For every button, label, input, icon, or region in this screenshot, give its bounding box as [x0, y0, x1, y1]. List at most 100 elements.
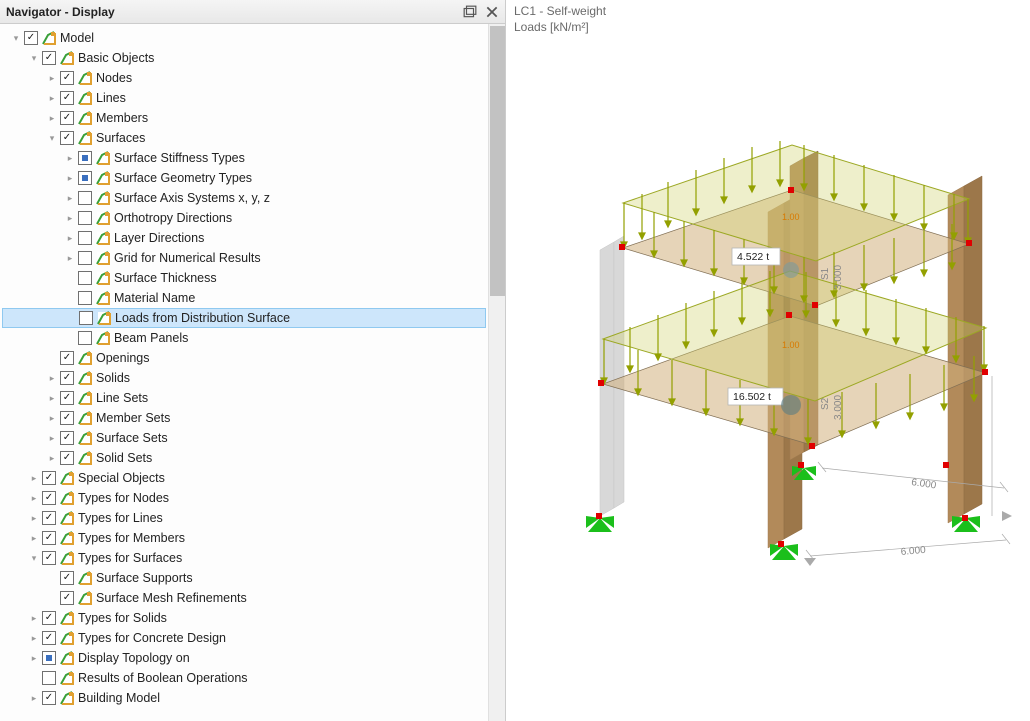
chevron-right-icon[interactable]: ▸ [62, 173, 78, 184]
chevron-right-icon[interactable]: ▸ [44, 413, 60, 424]
chevron-right-icon[interactable]: ▸ [26, 653, 42, 664]
tree-item-special-objects[interactable]: ▸Special Objects [2, 468, 486, 488]
tree-item-surface-geometry-types[interactable]: ▸Surface Geometry Types [2, 168, 486, 188]
tree-item-surface-supports[interactable]: ▸Surface Supports [2, 568, 486, 588]
tree-item-members[interactable]: ▸Members [2, 108, 486, 128]
chevron-down-icon[interactable]: ▾ [26, 553, 42, 564]
tree-item-layer-dir[interactable]: ▸Layer Directions [2, 228, 486, 248]
checkbox[interactable] [78, 231, 92, 245]
checkbox[interactable] [42, 531, 56, 545]
tree-item-solids[interactable]: ▸Solids [2, 368, 486, 388]
checkbox[interactable] [60, 351, 74, 365]
chevron-right-icon[interactable]: ▸ [26, 633, 42, 644]
tree-item-surface-sets[interactable]: ▸Surface Sets [2, 428, 486, 448]
checkbox[interactable] [60, 391, 74, 405]
chevron-down-icon[interactable]: ▾ [44, 133, 60, 144]
tree-item-model[interactable]: ▾Model [2, 28, 486, 48]
checkbox[interactable] [42, 611, 56, 625]
checkbox[interactable] [42, 631, 56, 645]
checkbox[interactable] [60, 91, 74, 105]
chevron-right-icon[interactable]: ▸ [62, 193, 78, 204]
checkbox[interactable] [78, 191, 92, 205]
tree-item-material-name[interactable]: ▸Material Name [2, 288, 486, 308]
tree-item-loads-from-dist[interactable]: ▸Loads from Distribution Surface [2, 308, 486, 328]
checkbox[interactable] [60, 131, 74, 145]
checkbox[interactable] [60, 591, 74, 605]
chevron-right-icon[interactable]: ▸ [44, 93, 60, 104]
chevron-right-icon[interactable]: ▸ [26, 473, 42, 484]
tree-item-solid-sets[interactable]: ▸Solid Sets [2, 448, 486, 468]
close-icon[interactable] [485, 5, 499, 19]
chevron-right-icon[interactable]: ▸ [26, 613, 42, 624]
chevron-right-icon[interactable]: ▸ [62, 213, 78, 224]
tree-item-nodes[interactable]: ▸Nodes [2, 68, 486, 88]
checkbox[interactable] [60, 411, 74, 425]
chevron-right-icon[interactable]: ▸ [26, 493, 42, 504]
scrollbar-thumb[interactable] [490, 26, 505, 296]
tree-item-surface-thickness[interactable]: ▸Surface Thickness [2, 268, 486, 288]
checkbox[interactable] [78, 251, 92, 265]
tree-item-ortho-dir[interactable]: ▸Orthotropy Directions [2, 208, 486, 228]
scrollbar[interactable] [488, 24, 505, 721]
tree-item-building-model[interactable]: ▸Building Model [2, 688, 486, 708]
checkbox[interactable] [60, 71, 74, 85]
tree-item-member-sets[interactable]: ▸Member Sets [2, 408, 486, 428]
checkbox[interactable] [42, 491, 56, 505]
tree-item-types-lines[interactable]: ▸Types for Lines [2, 508, 486, 528]
tree-item-lines[interactable]: ▸Lines [2, 88, 486, 108]
undock-icon[interactable] [463, 5, 477, 19]
tree-item-surfaces[interactable]: ▾Surfaces [2, 128, 486, 148]
tree-item-line-sets[interactable]: ▸Line Sets [2, 388, 486, 408]
chevron-right-icon[interactable]: ▸ [62, 253, 78, 264]
checkbox[interactable] [60, 571, 74, 585]
tree-item-types-members[interactable]: ▸Types for Members [2, 528, 486, 548]
chevron-down-icon[interactable]: ▾ [26, 53, 42, 64]
chevron-right-icon[interactable]: ▸ [26, 533, 42, 544]
chevron-right-icon[interactable]: ▸ [44, 373, 60, 384]
checkbox[interactable] [60, 451, 74, 465]
chevron-right-icon[interactable]: ▸ [62, 153, 78, 164]
tree-item-surface-axis[interactable]: ▸Surface Axis Systems x, y, z [2, 188, 486, 208]
tree-item-surface-stiffness-types[interactable]: ▸Surface Stiffness Types [2, 148, 486, 168]
checkbox[interactable] [60, 431, 74, 445]
tree-item-results-bool[interactable]: ▸Results of Boolean Operations [2, 668, 486, 688]
checkbox[interactable] [42, 651, 56, 665]
viewport[interactable]: LC1 - Self-weight Loads [kN/m²] [506, 0, 1030, 721]
checkbox[interactable] [42, 511, 56, 525]
checkbox[interactable] [78, 151, 92, 165]
chevron-right-icon[interactable]: ▸ [62, 233, 78, 244]
chevron-down-icon[interactable]: ▾ [8, 33, 24, 44]
checkbox[interactable] [24, 31, 38, 45]
tree-item-display-topology[interactable]: ▸Display Topology on [2, 648, 486, 668]
checkbox[interactable] [42, 691, 56, 705]
checkbox[interactable] [78, 291, 92, 305]
chevron-right-icon[interactable]: ▸ [44, 73, 60, 84]
chevron-right-icon[interactable]: ▸ [44, 433, 60, 444]
checkbox[interactable] [42, 551, 56, 565]
checkbox[interactable] [78, 211, 92, 225]
tree-item-types-solids[interactable]: ▸ Types for Solids [2, 608, 486, 628]
chevron-right-icon[interactable]: ▸ [26, 513, 42, 524]
tree-item-types-concrete[interactable]: ▸Types for Concrete Design [2, 628, 486, 648]
tree-item-types-nodes[interactable]: ▸Types for Nodes [2, 488, 486, 508]
checkbox[interactable] [79, 311, 93, 325]
tree-item-openings[interactable]: ▸Openings [2, 348, 486, 368]
checkbox[interactable] [42, 671, 56, 685]
tree-item-types-surfaces[interactable]: ▾Types for Surfaces [2, 548, 486, 568]
chevron-right-icon[interactable]: ▸ [44, 393, 60, 404]
checkbox[interactable] [78, 171, 92, 185]
checkbox[interactable] [42, 471, 56, 485]
checkbox[interactable] [60, 371, 74, 385]
tree-item-grid-num[interactable]: ▸Grid for Numerical Results [2, 248, 486, 268]
tree-item-basic-objects[interactable]: ▾Basic Objects [2, 48, 486, 68]
checkbox[interactable] [78, 331, 92, 345]
chevron-right-icon[interactable]: ▸ [26, 693, 42, 704]
chevron-right-icon[interactable]: ▸ [44, 453, 60, 464]
tree-item-beam-panels[interactable]: ▸Beam Panels [2, 328, 486, 348]
checkbox[interactable] [60, 111, 74, 125]
tree-item-surface-mesh-ref[interactable]: ▸Surface Mesh Refinements [2, 588, 486, 608]
checkbox[interactable] [42, 51, 56, 65]
tree-item-label: Types for Solids [78, 611, 167, 625]
checkbox[interactable] [78, 271, 92, 285]
chevron-right-icon[interactable]: ▸ [44, 113, 60, 124]
